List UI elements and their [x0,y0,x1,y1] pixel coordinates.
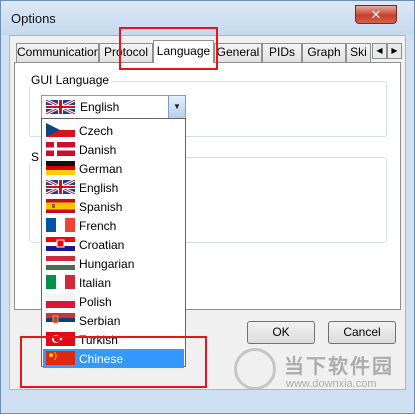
language-option-serbian[interactable]: Serbian [43,311,184,330]
tab-graph[interactable]: Graph [302,43,346,62]
tab-label: PIDs [268,45,295,59]
combobox-selected-value: English [80,100,120,114]
watermark-logo-icon [234,348,276,390]
combobox-dropdown-button[interactable]: ▼ [168,96,185,118]
option-label: English [79,181,119,195]
tab-communication[interactable]: Communication [16,43,99,62]
ok-button[interactable]: OK [247,321,315,344]
language-option-danish[interactable]: Danish [43,140,184,159]
language-option-hungarian[interactable]: Hungarian [43,254,184,273]
second-group-label: S [29,150,42,164]
option-label: Serbian [79,314,121,328]
option-label: Croatian [79,238,125,252]
language-option-croatian[interactable]: Croatian [43,235,184,254]
tab-scroll-left-button[interactable]: ◀ [372,43,387,59]
watermark-chinese-text: 当下软件园 [284,356,394,378]
option-label: Hungarian [79,257,135,271]
gui-language-label: GUI Language [29,73,112,87]
option-label: Czech [79,124,114,138]
option-label: German [79,162,123,176]
language-option-english[interactable]: English [43,178,184,197]
window-title: Options [11,11,56,26]
language-option-czech[interactable]: Czech [43,121,184,140]
serbian-flag-icon [46,313,75,327]
language-option-italian[interactable]: Italian [43,273,184,292]
czech-flag-icon [46,123,75,137]
option-label: Spanish [79,200,123,214]
language-option-french[interactable]: French [43,216,184,235]
tab-label: Graph [307,45,341,59]
language-dropdown-list: Czech Danish German English Spanish Fren… [41,118,186,368]
annotation-box-chinese-option [20,336,207,388]
option-label: Italian [79,276,112,290]
language-option-spanish[interactable]: Spanish [43,197,184,216]
tab-ski[interactable]: Ski [346,43,371,62]
close-button[interactable]: ✕ [355,5,397,24]
tab-general[interactable]: General [214,43,262,62]
site-watermark: 当下软件园 www.downxia.com [232,346,410,401]
chevron-down-icon: ▼ [173,102,181,111]
danish-flag-icon [46,142,75,156]
option-label: Polish [79,295,112,309]
cancel-button[interactable]: Cancel [328,321,396,344]
tab-label: Ski [350,45,367,59]
option-label: Danish [79,143,117,157]
uk-flag-icon [46,100,75,114]
close-icon: ✕ [370,6,382,22]
annotation-box-language-tab [119,27,218,70]
tab-scroll-right-button[interactable]: ▶ [387,43,402,59]
chevron-right-icon: ▶ [391,46,398,55]
watermark-url: www.downxia.com [286,378,377,390]
option-label: French [79,219,117,233]
croatian-flag-icon [46,237,75,251]
italian-flag-icon [46,275,75,289]
german-flag-icon [46,161,75,175]
polish-flag-icon [46,294,75,308]
uk-flag-icon [46,180,75,194]
chevron-left-icon: ◀ [376,46,383,55]
language-option-polish[interactable]: Polish [43,292,184,311]
language-option-german[interactable]: German [43,159,184,178]
tab-pids[interactable]: PIDs [262,43,302,62]
spanish-flag-icon [46,199,75,213]
tab-label: General [216,45,260,59]
gui-language-combobox[interactable]: English ▼ [41,95,186,119]
french-flag-icon [46,218,75,232]
tab-label: Communication [17,45,99,59]
hungarian-flag-icon [46,256,75,270]
